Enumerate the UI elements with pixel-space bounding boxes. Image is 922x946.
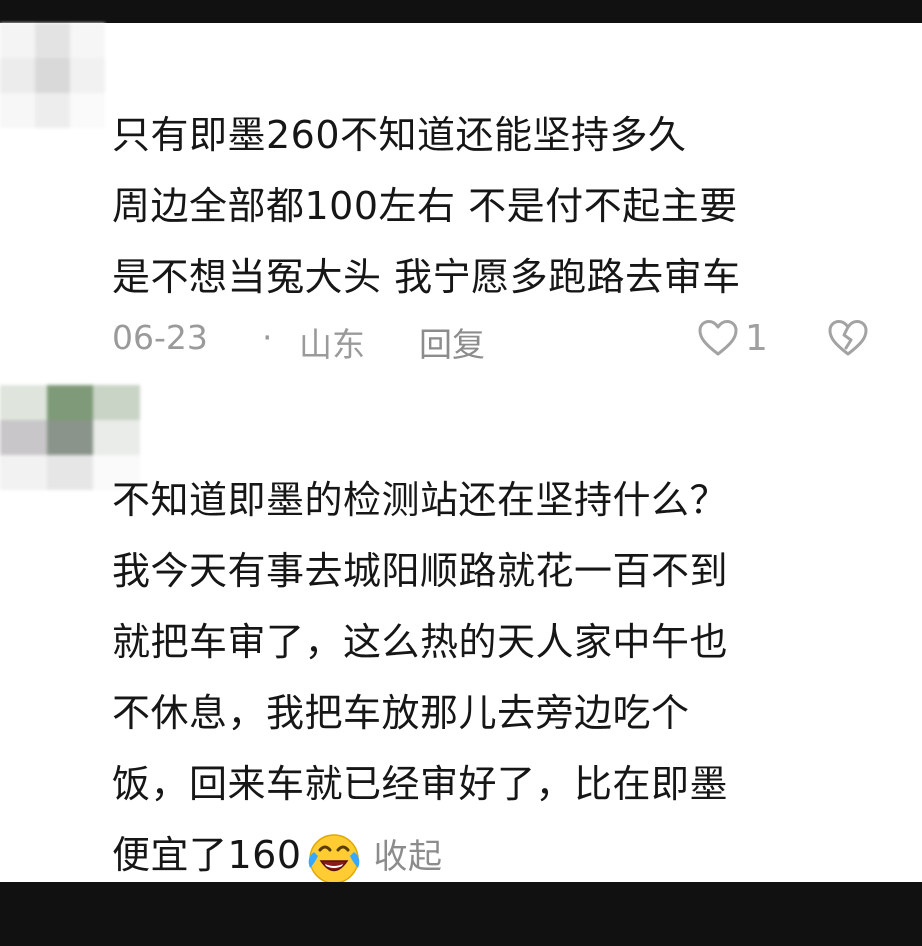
- comment-line: 不知道即墨的检测站还在坚持什么？: [112, 478, 729, 522]
- comment-1-body: 只有即墨260不知道还能坚持多久 周边全部都100左右 不是付不起主要 是不想当…: [112, 100, 882, 313]
- comment-line: 是不想当冤大头 我宁愿多跑路去审车: [112, 255, 741, 299]
- comment-line: 就把车审了，这么热的天人家中午也: [112, 620, 729, 664]
- comment-date: 06-23: [112, 318, 208, 357]
- reply-button[interactable]: 回复: [419, 318, 485, 366]
- laughing-crying-emoji-icon: [308, 833, 359, 884]
- comment-line: 周边全部都100左右 不是付不起主要: [112, 184, 738, 228]
- broken-heart-icon[interactable]: [827, 318, 869, 358]
- bottom-black-bar: [0, 882, 922, 946]
- comment-2-body: 不知道即墨的检测站还在坚持什么？ 我今天有事去城阳顺路就花一百不到 就把车审了，…: [112, 465, 882, 893]
- comment-line-text: 便宜了160: [112, 833, 302, 877]
- comment-location: 山东: [299, 325, 365, 364]
- comment-line: 我今天有事去城阳顺路就花一百不到: [112, 549, 729, 593]
- collapse-link[interactable]: 收起: [374, 837, 443, 877]
- comment-screen: 只有即墨260不知道还能坚持多久 周边全部都100左右 不是付不起主要 是不想当…: [0, 0, 922, 946]
- comment-line: 只有即墨260不知道还能坚持多久: [112, 113, 687, 157]
- avatar[interactable]: [0, 23, 105, 128]
- heart-outline-icon: [698, 320, 738, 356]
- top-black-bar: [0, 0, 922, 23]
- comment-line: 饭，回来车就已经审好了，比在即墨: [112, 762, 729, 806]
- comment-line: 不休息，我把车放那儿去旁边吃个: [112, 691, 690, 735]
- like-button[interactable]: 1: [697, 310, 768, 366]
- comment-1-meta: 06-23 · 山东 回复 1: [112, 310, 882, 366]
- like-count: 1: [745, 317, 768, 359]
- meta-separator: ·: [262, 318, 273, 357]
